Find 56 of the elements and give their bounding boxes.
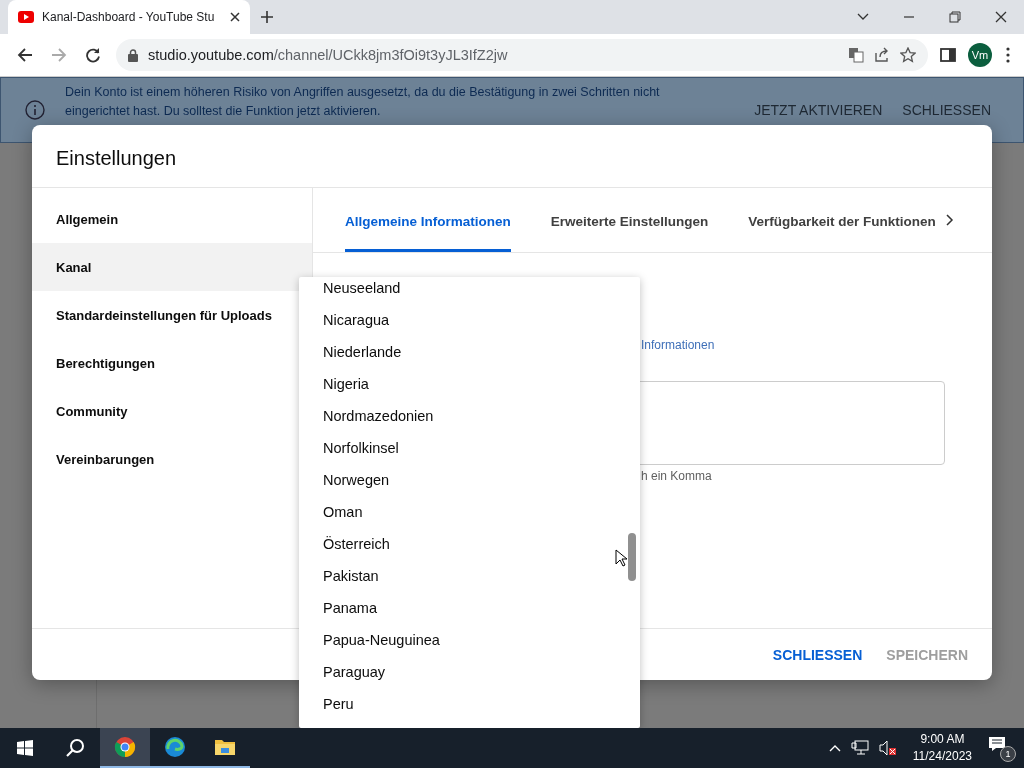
notification-icon [988,736,1006,752]
close-icon[interactable] [230,12,240,22]
country-option[interactable]: Österreich [299,528,640,560]
info-link[interactable]: Informationen [641,338,715,352]
star-icon[interactable] [900,47,916,63]
settings-tab[interactable]: Erweiterte Einstellungen [550,188,709,252]
lock-icon [128,48,138,62]
settings-tab[interactable]: Verfügbarkeit der Funktionen [748,188,936,252]
country-option[interactable]: Nordmazedonien [299,400,640,432]
clock-date: 11/24/2023 [912,748,972,765]
country-option[interactable]: Norfolkinsel [299,432,640,464]
scrollbar-thumb[interactable] [628,533,636,581]
url-text: studio.youtube.com/channel/UCkk8jm3fOi9t3yJL3IfZ2jw [148,47,509,63]
country-option[interactable]: Nigeria [299,368,640,400]
country-option[interactable]: Nicaragua [299,304,640,336]
plus-icon[interactable] [260,10,274,24]
country-option[interactable]: Peru [299,688,640,720]
country-option[interactable]: Paraguay [299,656,640,688]
info-icon [25,100,45,120]
browser-tab[interactable]: Kanal-Dashboard - YouTube Stu [8,0,250,34]
mouse-cursor-icon [615,549,627,567]
address-bar[interactable]: studio.youtube.com/channel/UCkk8jm3fOi9t3yJL3IfZ2jw [116,39,928,71]
clock-time: 9:00 AM [919,731,966,748]
country-option[interactable]: Norwegen [299,464,640,496]
banner-action-button[interactable]: JETZT AKTIVIEREN [754,102,883,118]
search-icon[interactable] [65,738,85,758]
folder-icon[interactable] [214,738,236,756]
warning-message: Dein Konto ist einem höheren Risiko von Angriffen ausgesetzt, da du die Bestätigung in zwei Schritten nicht eingerichtet hast. Du solltest die Funktion jetzt aktivieren. [65,84,661,120]
settings-nav-item[interactable]: Allgemein [32,195,312,243]
settings-tab[interactable]: Allgemeine Informationen [345,188,511,252]
share-icon[interactable] [874,47,890,63]
side-panel-icon[interactable] [940,47,956,63]
chevron-up-icon[interactable] [828,744,841,752]
dialog-button[interactable]: SCHLIESSEN [772,646,863,663]
network-icon[interactable] [850,740,869,756]
settings-nav-item[interactable]: Kanal [32,243,312,291]
country-option[interactable]: Papua-Neuguinea [299,624,640,656]
dialog-title: Einstellungen [56,147,177,170]
more-vertical-icon[interactable] [1006,47,1010,63]
country-option[interactable]: Pakistan [299,560,640,592]
banner-action-button[interactable]: SCHLIESSEN [902,102,991,118]
wave-logo-icon[interactable] [164,736,186,758]
notification-count: 1 [1000,746,1016,762]
windows-logo-icon[interactable] [17,740,33,756]
profile-avatar[interactable]: Vm [968,43,992,67]
translate-icon[interactable] [848,47,864,63]
back-arrow-icon[interactable] [17,47,33,63]
play-logo-icon [18,11,34,23]
muted-speaker-icon[interactable] [878,740,897,756]
chevron-right-icon[interactable] [946,214,954,226]
country-option[interactable]: Niederlande [299,336,640,368]
country-option[interactable]: Panama [299,592,640,624]
country-option[interactable]: Oman [299,496,640,528]
field-hint: h ein Komma [641,469,712,483]
reload-icon[interactable] [85,47,101,63]
browser-logo-icon[interactable] [114,736,136,758]
